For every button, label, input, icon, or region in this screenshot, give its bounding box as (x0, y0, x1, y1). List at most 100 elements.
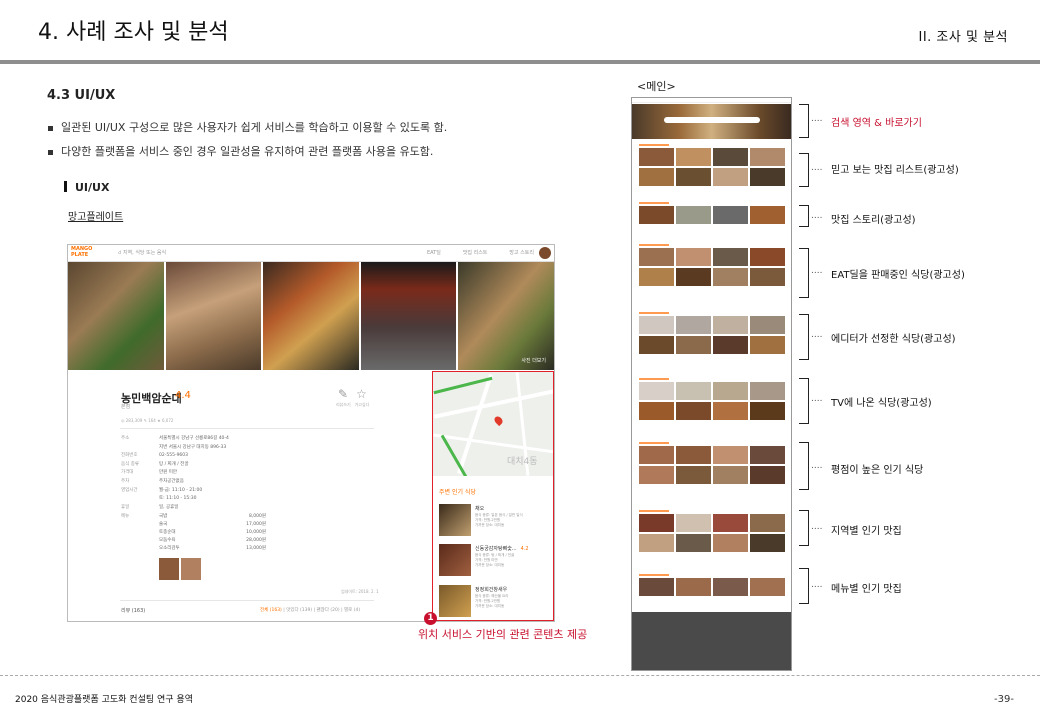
popular-name-text: 정정희건창새우 (475, 587, 508, 593)
restaurant-score: 4.4 (175, 390, 191, 401)
popular-item: 정정희건창새우 음식 종류: 해산물 요리 가격: 만원-2만원 가까운 장소: 대… (439, 585, 551, 621)
popular-thumbnail (439, 585, 471, 617)
main-footer (632, 612, 791, 670)
menu-row: 모둠수육 28,000원 (121, 537, 266, 545)
leader-dots: .... (811, 461, 823, 471)
popular-name-text: 신동궁감자탕뼈숯... (475, 546, 517, 552)
menu-row: 오소리감투 13,000원 (121, 545, 266, 553)
mangoplate-label: 망고플레이트 (68, 212, 124, 223)
mp-logo: MANGO PLATE (71, 246, 93, 258)
menu-thumbnail (181, 558, 201, 580)
bracket (799, 104, 809, 138)
popular-desc-line: 가까운 장소: 대치동 (475, 563, 505, 567)
bullet-item: 일관된 UI/UX 구성으로 많은 사용자가 쉽게 서비스를 학습하고 이용할 … (48, 119, 447, 135)
info-row: 음식 종류 탕 / 찌개 / 전골 (121, 461, 229, 470)
popular-nearby-title: 주변 인기 식당 (439, 489, 476, 496)
info-value: 02-555-9603 (159, 453, 189, 459)
review-tab-ok: 괜찮다 (20) (316, 608, 340, 613)
info-value: 월-금: 11:10 - 21:00 (159, 487, 203, 493)
info-row: 주소 서울특별시 강남구 선릉로86길 40-4 (121, 435, 229, 444)
menu-label: 메뉴 (121, 514, 130, 519)
uiux-heading-text: UI/UX (75, 181, 110, 194)
section-label: 평점이 높은 인기 식당 (831, 465, 924, 476)
menu-row: 메뉴 국밥 8,000원 (121, 513, 266, 521)
restaurant-action-labels: 리뷰쓰기 가고싶다 (336, 402, 369, 408)
info-value: 일, 공휴일 (159, 504, 179, 510)
page-title: 4. 사례 조사 및 분석 (38, 20, 229, 45)
info-value: 서울특별시 강남구 선릉로86길 40-4 (159, 436, 229, 441)
info-value: 지번 서울시 강남구 대치동 896-33 (159, 444, 227, 450)
bracket (799, 510, 809, 546)
popular-thumbnail (439, 504, 471, 536)
review-write-label: 리뷰쓰기 (336, 402, 351, 407)
info-row: 지번 서울시 강남구 대치동 896-33 (121, 444, 229, 453)
leader-dots: .... (811, 580, 823, 590)
section-label: 지역별 인기 맛집 (831, 526, 902, 537)
main-search-bar (664, 117, 760, 123)
leader-dots: .... (811, 163, 823, 173)
section-label: 메뉴별 인기 맛집 (831, 584, 902, 595)
map-pin-icon (492, 414, 505, 427)
want-to-go-label: 가고싶다 (354, 402, 370, 407)
info-row: 전화번호 02-555-9603 (121, 452, 229, 461)
info-row: 토: 11:10 - 15:30 (121, 495, 229, 504)
subsection-title: 4.3 UI/UX (47, 88, 116, 103)
info-row: 휴일 일, 공휴일 (121, 504, 229, 513)
food-photo (360, 262, 457, 370)
map: 대치4동 (433, 372, 553, 476)
popular-name: 신동궁감자탕뼈숯... 4.2 (475, 545, 529, 552)
bullet-marker (48, 149, 53, 155)
popular-desc-line: 가까운 장소: 대치동 (475, 604, 505, 608)
food-photo (165, 262, 262, 370)
info-key: 주소 (121, 436, 130, 441)
bullet-text: 일관된 UI/UX 구성으로 많은 사용자가 쉽게 서비스를 학습하고 이용할 … (61, 121, 448, 134)
menu-price: 28,000원 (246, 538, 266, 543)
popular-desc: 음식 종류: 탕 / 찌개 / 전골 가격: 만원 미만 가까운 장소: 대치동 (475, 553, 514, 568)
heading-bar (64, 181, 67, 192)
uiux-heading: UI/UX (64, 181, 109, 194)
info-key: 주차 (121, 478, 130, 484)
popular-thumbnail (439, 544, 471, 576)
mp-search-placeholder: 지역, 식당 또는 음식 (122, 250, 167, 256)
popular-name: 정정희건창새우 (475, 586, 507, 593)
avatar (539, 247, 551, 259)
mp-topbar: MANGO PLATE ☌ 지역, 식당 또는 음식 EAT딜 맛집 리스트 망고 … (68, 245, 554, 262)
mp-nav-lists: 맛집 리스트 (462, 250, 488, 256)
popular-item: 신동궁감자탕뼈숯... 4.2 음식 종류: 탕 / 찌개 / 전골 가격: 만원 … (439, 544, 551, 580)
menu-thumbnails (159, 558, 201, 580)
divider (120, 428, 374, 429)
restaurant-stats: ◎ 283,309 ✎ 164 ★ 6,072 (121, 418, 174, 423)
bracket (799, 442, 809, 490)
info-row: 영업시간 월-금: 11:10 - 21:00 (121, 487, 229, 496)
bracket (799, 248, 809, 298)
popular-name: 채오 (475, 505, 484, 512)
mp-nav-story: 망고 스토리 (509, 250, 534, 256)
menu-price: 17,000원 (246, 522, 266, 527)
info-key: 휴일 (121, 504, 130, 510)
restaurant-info: 주소 서울특별시 강남구 선릉로86길 40-4 지번 서울시 강남구 대치동 8… (121, 435, 229, 512)
menu-row: 술국 17,000원 (121, 521, 266, 529)
restaurant-actions: ✎ ☆ (338, 387, 375, 401)
footer-divider (0, 675, 1040, 676)
bracket (799, 153, 809, 187)
mp-nav: EAT딜 맛집 리스트 망고 스토리 (405, 249, 534, 256)
food-photo (458, 262, 554, 370)
section-label: 검색 영역 & 바로가기 (831, 118, 922, 129)
updated-date: 업데이트: 2018. 2. 1 (341, 589, 379, 594)
mp-nav-eatdeal: EAT딜 (426, 250, 441, 256)
main-label: <메인> (637, 80, 676, 93)
info-key: 가격대 (121, 470, 134, 476)
divider (120, 600, 374, 601)
review-tabs: 전체 (163) | 맛있다 (139) | 괜찮다 (20) | 별로 (4) (260, 608, 361, 613)
review-tab-good: 맛있다 (139) (286, 608, 313, 613)
info-key: 전화번호 (121, 453, 138, 459)
section-label: II. 조사 및 분석 (918, 30, 1008, 45)
section-label: TV에 나온 식당(광고성) (831, 398, 932, 409)
popular-desc-line: 가까운 장소: 대치동 (475, 523, 505, 527)
bullet-marker (48, 125, 53, 131)
location-panel: 대치4동 주변 인기 식당 채오 음식 종류: 일본 음식 / 일반 일식 가격:… (432, 371, 554, 621)
menu-price: 13,000원 (246, 546, 266, 551)
menu-item: 모둠수육 (159, 538, 176, 543)
section-label: 에디터가 선정한 식당(광고성) (831, 334, 956, 345)
mp-search: ☌ 지역, 식당 또는 음식 (118, 249, 166, 256)
